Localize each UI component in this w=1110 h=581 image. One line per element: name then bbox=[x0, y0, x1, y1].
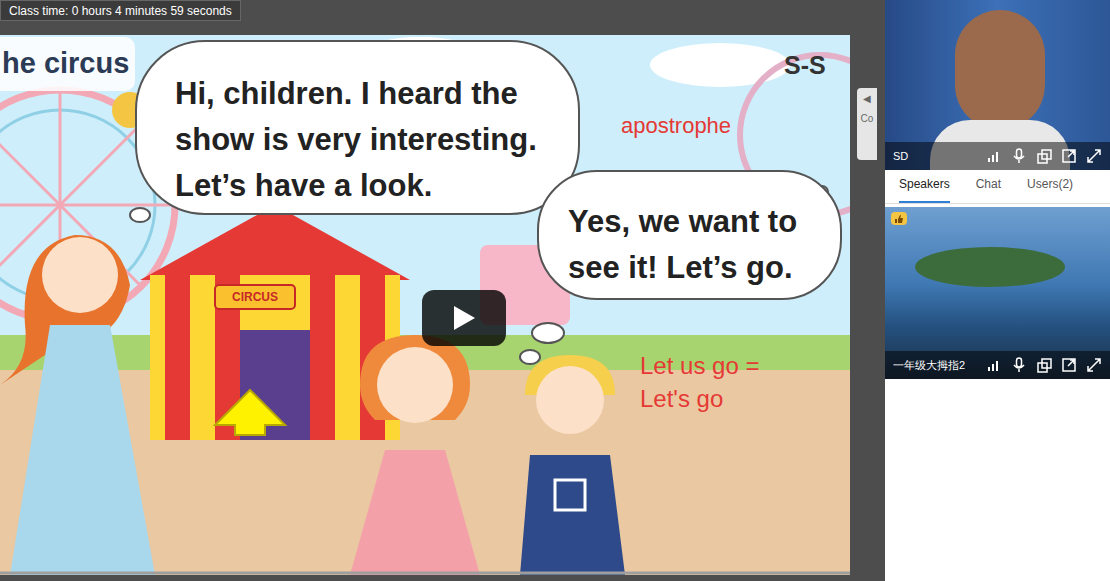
bubble-line: Yes, we want to bbox=[568, 199, 832, 245]
collapse-tab[interactable]: ◀ Co bbox=[857, 88, 877, 160]
play-icon bbox=[452, 305, 476, 331]
panel-tab-label[interactable]: Users(2) bbox=[1027, 177, 1073, 191]
panel-tab[interactable]: Speakers bbox=[899, 171, 950, 203]
panel-tab-label[interactable]: Chat bbox=[976, 177, 1001, 191]
side-strip: ◀ Co bbox=[850, 35, 878, 575]
teacher-video: SD bbox=[885, 0, 1110, 170]
play-button[interactable] bbox=[422, 290, 506, 346]
collapse-tab-label[interactable]: Co bbox=[861, 112, 874, 126]
fullscreen-icon[interactable] bbox=[1087, 148, 1102, 164]
microphone-icon[interactable] bbox=[1012, 148, 1027, 164]
popout-icon[interactable] bbox=[1062, 148, 1077, 164]
video-bar: 一年级大拇指2 bbox=[885, 351, 1110, 379]
tent-sign-text: CIRCUS bbox=[232, 288, 278, 306]
teacher-photo-icon bbox=[955, 10, 1045, 130]
popout-icon[interactable] bbox=[1062, 357, 1077, 373]
like-badge-icon bbox=[891, 212, 907, 225]
tent-sign: CIRCUS bbox=[215, 285, 295, 309]
main-area: Class time: 0 hours 4 minutes 59 seconds bbox=[0, 0, 878, 581]
panel-empty bbox=[885, 379, 1110, 581]
app-window: Class time: 0 hours 4 minutes 59 seconds bbox=[0, 0, 1110, 581]
collapse-arrow-icon[interactable]: ◀ bbox=[863, 92, 871, 106]
note-line: Let's go bbox=[640, 382, 759, 415]
island-icon bbox=[915, 247, 1065, 287]
tab-bar: Speakers Chat Users(2) bbox=[885, 170, 1110, 204]
gap bbox=[878, 0, 885, 581]
contraction-note: Let us go =Let's go bbox=[640, 349, 759, 415]
video-controls bbox=[987, 148, 1102, 164]
microphone-icon[interactable] bbox=[1012, 357, 1027, 373]
video-controls bbox=[987, 357, 1102, 373]
bubble-line: show is very interesting. bbox=[175, 117, 568, 163]
note-line: Let us go = bbox=[640, 349, 759, 382]
video-bar: SD bbox=[885, 142, 1110, 170]
slide-title: he circus bbox=[2, 42, 129, 86]
slide: he circus S-S Hi, children. I heard thesho… bbox=[0, 35, 850, 575]
speaker-name: 一年级大拇指2 bbox=[893, 357, 965, 374]
bubble-line: Let’s have a look. bbox=[175, 163, 568, 209]
apostrophe-note: apostrophe bbox=[621, 109, 731, 142]
panel-tab-label[interactable]: Speakers bbox=[899, 177, 950, 191]
top-bar: Class time: 0 hours 4 minutes 59 seconds bbox=[0, 0, 878, 35]
bubble-line: see it! Let’s go. bbox=[568, 245, 832, 291]
switch-icon[interactable] bbox=[1037, 357, 1052, 373]
bubble-line: Hi, children. I heard the bbox=[175, 71, 568, 117]
speaker-name: SD bbox=[893, 148, 908, 165]
content-row: he circus S-S Hi, children. I heard thesho… bbox=[0, 35, 878, 581]
panel-tab[interactable]: Chat bbox=[976, 171, 1001, 203]
corner-label: S-S bbox=[784, 47, 826, 85]
slide-title-box: he circus bbox=[0, 37, 135, 91]
switch-icon[interactable] bbox=[1037, 148, 1052, 164]
signal-icon[interactable] bbox=[987, 148, 1002, 164]
class-video: 一年级大拇指2 bbox=[885, 207, 1110, 379]
speech-bubble: Yes, we want tosee it! Let’s go. bbox=[537, 170, 842, 300]
signal-icon[interactable] bbox=[987, 357, 1002, 373]
panel-tab[interactable]: Users(2) bbox=[1027, 171, 1073, 203]
speech-bubble: Hi, children. I heard theshow is very in… bbox=[135, 40, 580, 215]
right-panel: SD Speakers Chat Users(2) 一年级大拇指2 bbox=[885, 0, 1110, 581]
fullscreen-icon[interactable] bbox=[1087, 357, 1102, 373]
class-time-label: Class time: 0 hours 4 minutes 59 seconds bbox=[0, 0, 241, 21]
